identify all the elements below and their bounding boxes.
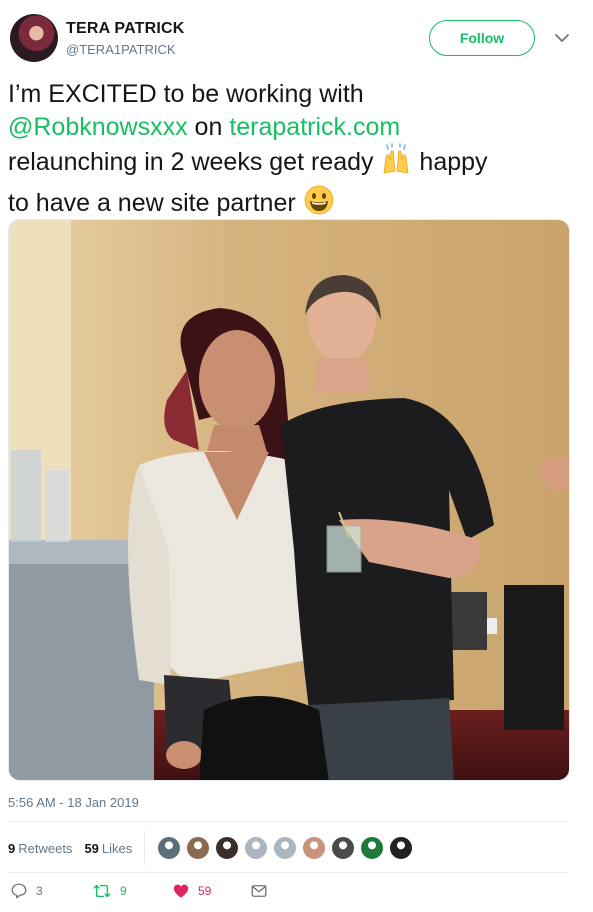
likes-stat[interactable]: 59 Likes	[84, 841, 132, 856]
liker-avatar[interactable]	[273, 836, 298, 860]
smiley-emoji-icon	[303, 184, 335, 225]
stats-separator	[144, 830, 146, 866]
liker-avatar[interactable]	[389, 836, 414, 860]
liker-avatar[interactable]	[331, 836, 356, 860]
liker-avatar[interactable]	[360, 836, 385, 860]
tweet-word-happy: happy	[412, 148, 488, 176]
liker-avatar[interactable]	[157, 836, 182, 860]
divider	[8, 872, 568, 873]
retweets-count: 9	[8, 840, 16, 856]
retweet-button[interactable]: 9	[92, 882, 127, 900]
liker-avatar[interactable]	[244, 836, 269, 860]
mention-link[interactable]: @Robknowsxxx	[8, 113, 188, 141]
reply-icon	[11, 883, 27, 899]
url-link[interactable]: terapatrick.com	[229, 113, 400, 141]
chevron-down-icon[interactable]	[552, 28, 572, 48]
tweet-text: I’m EXCITED to be working with @Robknows…	[8, 78, 583, 224]
photo-image	[9, 220, 569, 780]
tweet-line-4: to have a new site partner	[8, 188, 303, 217]
like-count: 59	[198, 884, 212, 898]
tweet-line-1: I’m EXCITED to be working with	[8, 80, 364, 108]
follow-button[interactable]: Follow	[429, 20, 535, 56]
user-handle[interactable]: @TERA1PATRICK	[66, 42, 176, 57]
liker-avatars	[157, 836, 418, 860]
heart-icon	[173, 884, 189, 898]
like-button[interactable]: 59	[172, 882, 211, 900]
raising-hands-emoji-icon	[380, 143, 412, 184]
tweet-line-3: relaunching in 2 weeks get ready	[8, 148, 374, 176]
user-name[interactable]: TERA PATRICK	[66, 20, 185, 38]
direct-message-button[interactable]	[250, 882, 276, 900]
user-avatar[interactable]	[10, 14, 58, 62]
retweet-count: 9	[120, 884, 127, 898]
retweets-label: Retweets	[18, 840, 73, 856]
tweet-word-on: on	[187, 112, 230, 141]
likes-count: 59	[84, 840, 99, 856]
liker-avatar[interactable]	[302, 836, 327, 860]
retweet-icon	[93, 884, 111, 898]
liker-avatar[interactable]	[186, 836, 211, 860]
envelope-icon	[251, 885, 267, 897]
reply-button[interactable]: 3	[10, 882, 43, 900]
divider	[8, 821, 568, 822]
retweets-stat[interactable]: 9 Retweets	[8, 841, 72, 856]
tweet-header: TERA PATRICK @TERA1PATRICK Follow	[10, 14, 583, 66]
tweet-stats: 9 Retweets 59 Likes	[8, 830, 568, 866]
tweet-photo[interactable]	[8, 219, 570, 781]
liker-avatar[interactable]	[215, 836, 240, 860]
likes-label: Likes	[101, 840, 133, 856]
reply-count: 3	[36, 884, 43, 898]
tweet-timestamp[interactable]: 5:56 AM - 18 Jan 2019	[8, 795, 139, 810]
tweet-actions: 3 9 59	[10, 882, 570, 906]
